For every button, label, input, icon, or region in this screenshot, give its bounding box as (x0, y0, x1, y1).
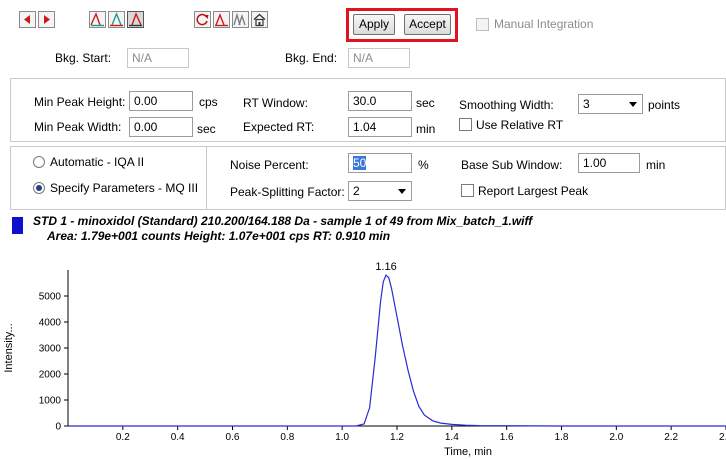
home-icon (253, 13, 266, 27)
min-peak-width-input[interactable]: 0.00 (129, 117, 193, 137)
use-relative-rt-checkbox[interactable] (459, 118, 472, 131)
prev-arrow-icon (24, 15, 30, 24)
x-tick-label: 1.4 (445, 432, 459, 443)
accept-button[interactable]: Accept (404, 14, 451, 35)
multi-peak-icon (233, 12, 246, 26)
y-tick-label: 2000 (39, 370, 62, 381)
prev-arrow-button[interactable] (19, 11, 36, 28)
smoothing-width-select[interactable]: 3 (578, 94, 643, 114)
y-axis-label: Intensity... (3, 323, 15, 372)
smoothing-width-unit: points (648, 98, 681, 112)
rt-window-unit: sec (416, 96, 435, 110)
multi-peak-button[interactable] (232, 11, 249, 28)
expected-rt-input[interactable]: 1.04 (348, 117, 412, 137)
x-tick-label: 1.2 (390, 432, 404, 443)
x-tick-label: 0.4 (171, 432, 185, 443)
min-peak-width-unit: sec (197, 122, 216, 136)
min-peak-height-unit: cps (199, 95, 218, 109)
specify-params-label: Specify Parameters - MQ III (50, 181, 199, 195)
use-relative-rt-label: Use Relative RT (476, 118, 564, 132)
chevron-down-icon (398, 189, 406, 194)
peak-splitting-label: Peak-Splitting Factor: (230, 185, 345, 199)
noise-percent-label: Noise Percent: (230, 158, 309, 172)
peak-rt-label: 1.16 (375, 261, 396, 273)
peak-mid-button[interactable] (108, 11, 125, 28)
home-button[interactable] (251, 11, 268, 28)
peak-splitting-select[interactable]: 2 (348, 181, 412, 201)
min-peak-height-input[interactable]: 0.00 (129, 91, 193, 111)
peak-end-button[interactable] (127, 11, 144, 28)
chevron-down-icon (629, 102, 637, 107)
noise-percent-value: 50 (353, 156, 367, 170)
base-sub-window-label: Base Sub Window: (461, 158, 563, 172)
chromatogram-chart[interactable]: 0.2 0.4 0.6 0.8 1.0 1.2 1.4 1.6 1.8 2.0 2.2 2.4 0 100… (0, 248, 726, 459)
trace-color-swatch (12, 217, 23, 234)
min-peak-width-label: Min Peak Width: (34, 120, 122, 134)
next-arrow-button[interactable] (38, 11, 55, 28)
y-tick-label: 3000 (39, 344, 62, 355)
bkg-end-input[interactable]: N/A (348, 48, 410, 68)
bkg-start-label: Bkg. Start: (55, 51, 112, 65)
automatic-radio[interactable] (33, 156, 45, 168)
peak-end-icon (129, 12, 142, 27)
expected-rt-label: Expected RT: (243, 120, 315, 134)
apply-button[interactable]: Apply (353, 14, 395, 35)
manual-integration-label: Manual Integration (494, 17, 594, 31)
single-peak-icon (215, 13, 228, 27)
base-sub-window-input[interactable]: 1.00 (578, 153, 640, 173)
refresh-icon (196, 13, 209, 26)
x-tick-label: 2.0 (609, 432, 623, 443)
x-tick-label: 1.8 (555, 432, 569, 443)
refresh-button[interactable] (194, 11, 211, 28)
peak-splitting-value: 2 (353, 184, 360, 198)
rt-window-label: RT Window: (243, 96, 308, 110)
automatic-label: Automatic - IQA II (50, 155, 145, 169)
report-largest-peak-checkbox[interactable] (461, 184, 474, 197)
x-tick-label: 2.4 (719, 432, 726, 443)
single-peak-button[interactable] (213, 11, 230, 28)
bkg-start-input[interactable]: N/A (127, 48, 189, 68)
bkg-end-label: Bkg. End: (285, 51, 338, 65)
chromatogram-trace (68, 274, 726, 427)
manual-integration-checkbox[interactable] (476, 18, 489, 31)
algorithm-divider (206, 146, 207, 210)
x-tick-label: 0.2 (116, 432, 130, 443)
y-tick-label: 4000 (39, 318, 62, 329)
rt-window-input[interactable]: 30.0 (348, 91, 412, 111)
x-tick-label: 2.2 (664, 432, 678, 443)
smoothing-width-value: 3 (583, 97, 590, 111)
x-tick-label: 0.8 (280, 432, 294, 443)
x-axis-label: Time, min (444, 446, 492, 458)
x-tick-label: 1.6 (500, 432, 514, 443)
specify-params-radio[interactable] (33, 182, 45, 194)
trace-subtitle: Area: 1.79e+001 counts Height: 1.07e+001… (47, 229, 391, 243)
trace-title: STD 1 - minoxidol (Standard) 210.200/164… (33, 214, 533, 228)
x-tick-label: 1.0 (335, 432, 349, 443)
noise-percent-unit: % (418, 158, 429, 172)
y-tick-label: 0 (55, 422, 61, 433)
smoothing-width-label: Smoothing Width: (459, 98, 554, 112)
peak-mid-icon (110, 12, 123, 27)
report-largest-peak-label: Report Largest Peak (478, 184, 589, 198)
x-tick-label: 0.6 (226, 432, 240, 443)
peak-start-icon (90, 12, 104, 27)
next-arrow-icon (44, 15, 50, 24)
y-tick-label: 1000 (39, 396, 62, 407)
base-sub-window-unit: min (646, 158, 666, 172)
peak-start-button[interactable] (89, 11, 106, 28)
expected-rt-unit: min (416, 122, 436, 136)
min-peak-height-label: Min Peak Height: (34, 95, 126, 109)
y-tick-label: 5000 (39, 292, 62, 303)
noise-percent-input[interactable]: 50 (348, 153, 412, 173)
